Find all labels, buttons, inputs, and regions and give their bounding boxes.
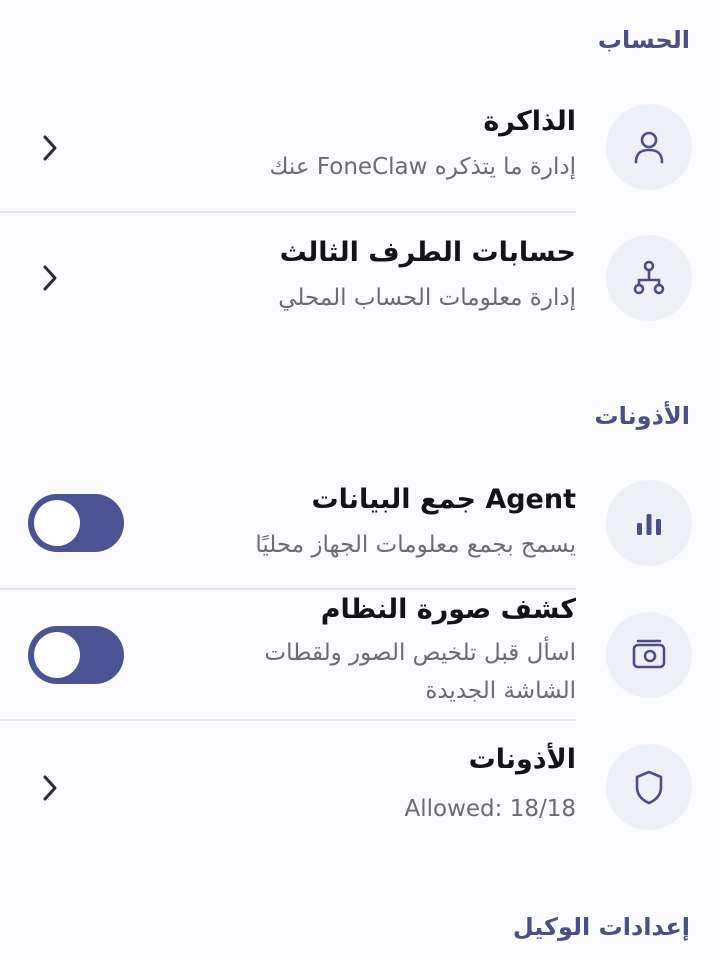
photo-icon bbox=[632, 639, 666, 669]
agent-data-title: Agent جمع البيانات bbox=[311, 484, 576, 515]
permissions-chevron-icon bbox=[36, 768, 64, 808]
agent-data-icon-circle bbox=[606, 480, 692, 566]
person-icon bbox=[634, 131, 664, 164]
agent-data-subtitle: يسمح بجمع معلومات الجهاز محليًا bbox=[255, 532, 576, 558]
toggle-knob bbox=[34, 632, 80, 678]
agent-data-collection-row: Agent جمع البيانات يسمح بجمع معلومات الج… bbox=[0, 470, 720, 588]
divider bbox=[0, 588, 576, 590]
shield-icon bbox=[635, 770, 663, 805]
third-party-icon-circle bbox=[606, 235, 692, 321]
section-title-agent-settings: إعدادات الوكيل bbox=[512, 913, 690, 941]
third-party-subtitle: إدارة معلومات الحساب المحلي bbox=[278, 285, 576, 311]
divider bbox=[0, 719, 576, 721]
permissions-icon-circle bbox=[606, 744, 692, 830]
memory-icon-circle bbox=[606, 104, 692, 190]
section-title-permissions: الأذونات bbox=[594, 402, 690, 430]
third-party-title: حسابات الطرف الثالث bbox=[279, 237, 576, 268]
memory-subtitle: إدارة ما يتذكره FoneClaw عنك bbox=[269, 154, 576, 180]
bar-chart-icon bbox=[637, 514, 661, 535]
system-image-detection-row: كشف صورة النظام اسأل قبل تلخيص الصور ولق… bbox=[0, 592, 720, 718]
toggle-knob bbox=[34, 500, 80, 546]
memory-chevron-icon bbox=[36, 128, 64, 168]
third-party-accounts-row[interactable]: حسابات الطرف الثالث إدارة معلومات الحساب… bbox=[0, 225, 720, 345]
permissions-title: الأذونات bbox=[468, 744, 576, 775]
memory-title: الذاكرة bbox=[483, 106, 576, 137]
third-party-chevron-icon bbox=[36, 258, 64, 298]
section-title-account: الحساب bbox=[597, 26, 690, 54]
image-detection-toggle[interactable] bbox=[28, 626, 124, 684]
permissions-row[interactable]: الأذونات Allowed: 18/18 bbox=[0, 730, 720, 840]
image-detection-title: كشف صورة النظام bbox=[320, 594, 576, 625]
image-detection-icon-circle bbox=[606, 612, 692, 698]
memory-row[interactable]: الذاكرة إدارة ما يتذكره FoneClaw عنك bbox=[0, 90, 720, 210]
hierarchy-icon bbox=[633, 260, 665, 295]
divider bbox=[0, 211, 576, 213]
permissions-subtitle: Allowed: 18/18 bbox=[404, 796, 577, 822]
agent-data-toggle[interactable] bbox=[28, 494, 124, 552]
image-detection-subtitle: اسأل قبل تلخيص الصور ولقطات الشاشة الجدي… bbox=[264, 640, 576, 704]
